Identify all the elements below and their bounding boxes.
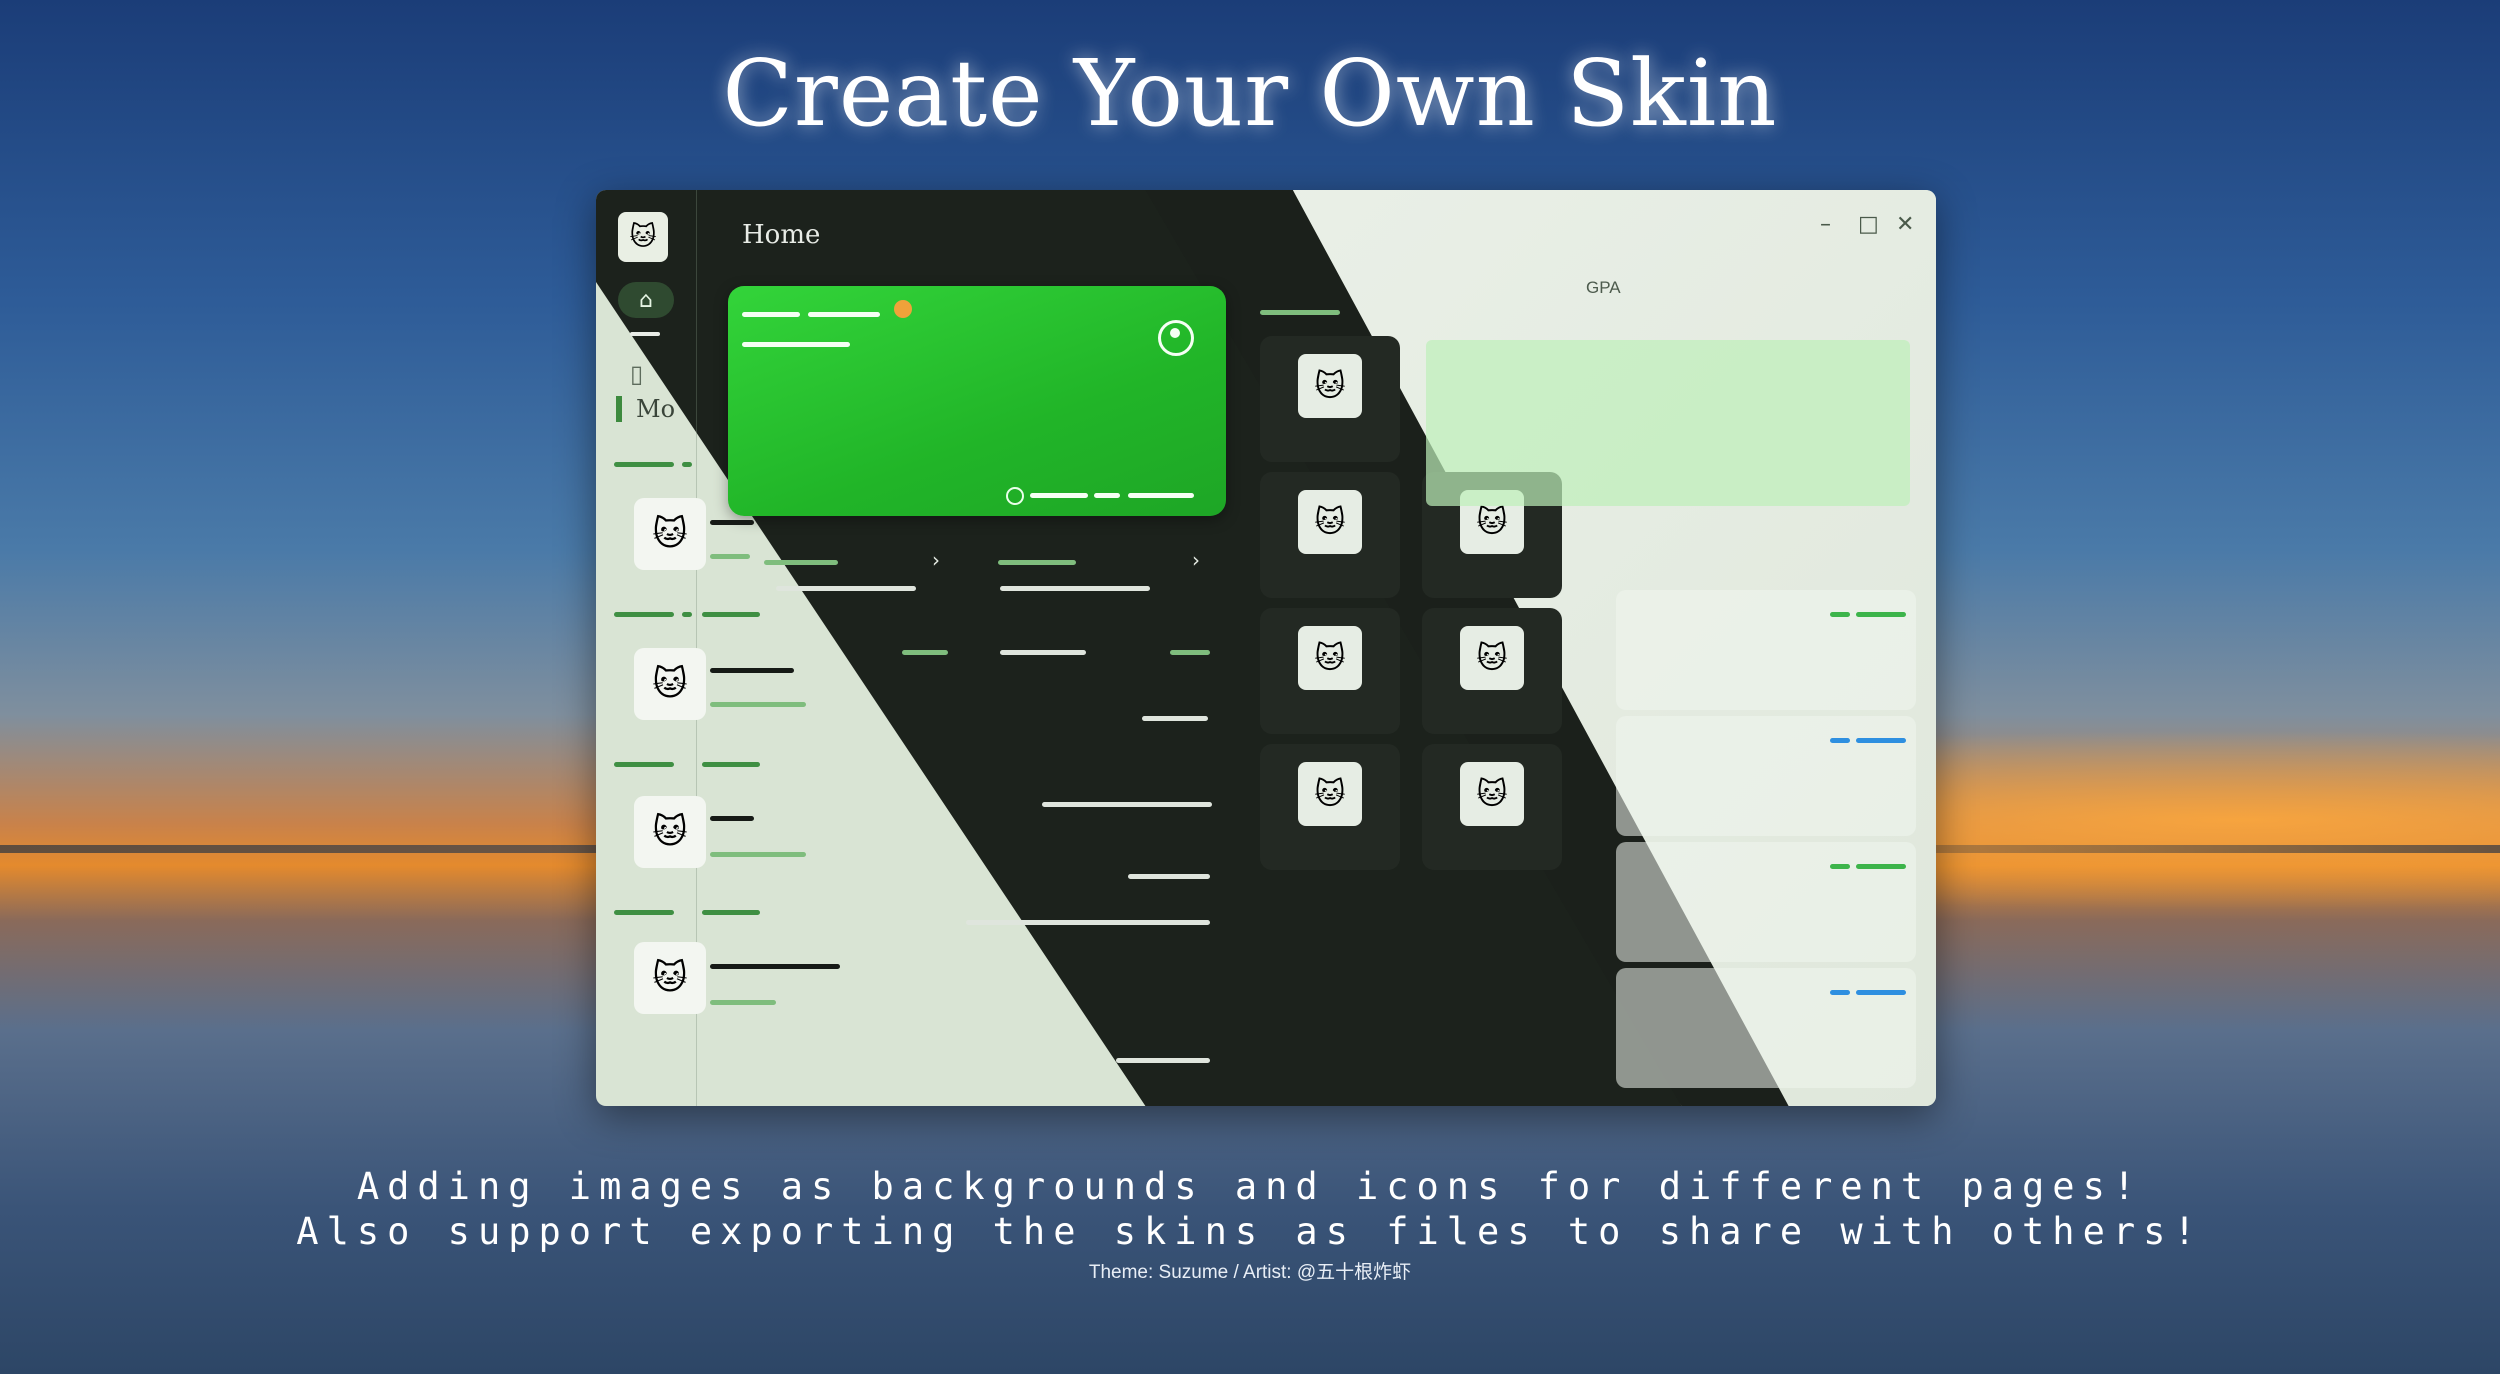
- gpa-label: GPA: [1586, 278, 1621, 297]
- list-item-thumb[interactable]: 🐱: [634, 796, 706, 868]
- section-header-bar: [614, 612, 674, 617]
- grid-tile[interactable]: 🐱: [1260, 472, 1400, 598]
- sticker-icon: 🐱: [1298, 490, 1362, 554]
- widget-header-bar: [998, 560, 1076, 565]
- list-item-subtitle: [710, 852, 806, 857]
- card-placeholder-text: [1030, 493, 1088, 498]
- tag-bar: [1830, 738, 1850, 743]
- section-header-bar: [702, 612, 760, 617]
- sidebar-item-icon[interactable]: ▯: [630, 360, 643, 388]
- section-header-bar: [682, 612, 692, 617]
- list-item-subtitle: [710, 1000, 776, 1005]
- sticker-icon: 🐱: [652, 958, 688, 998]
- card-placeholder-text: [808, 312, 880, 317]
- widget-text: [1000, 586, 1150, 591]
- clock-icon: [1006, 487, 1024, 505]
- emoji-icon: [894, 300, 912, 318]
- section-header-bar: [702, 910, 760, 915]
- tag-bar: [1856, 864, 1906, 869]
- widget-text: [1000, 650, 1086, 655]
- tag-bar: [1856, 612, 1906, 617]
- widget-text: [1042, 802, 1212, 807]
- sidebar-item-home[interactable]: ⌂: [618, 282, 674, 318]
- section-label-more: Mo: [616, 396, 675, 422]
- tag-bar: [1830, 990, 1850, 995]
- grid-tile[interactable]: 🐱: [1422, 744, 1562, 870]
- profile-card[interactable]: [728, 286, 1226, 516]
- card-placeholder-text: [742, 342, 850, 347]
- sticker-icon: 🐱: [1298, 626, 1362, 690]
- tag-bar: [1830, 864, 1850, 869]
- list-item-title: [710, 816, 754, 821]
- caption-line-1: Adding images as backgrounds and icons f…: [356, 1165, 2144, 1208]
- section-header-bar: [614, 762, 674, 767]
- list-item-subtitle: [710, 702, 806, 707]
- home-icon: ⌂: [639, 287, 653, 313]
- tag-bar: [1856, 738, 1906, 743]
- right-card[interactable]: [1616, 842, 1916, 962]
- sticker-icon: 🐱: [652, 664, 688, 704]
- card-placeholder-text: [1128, 493, 1194, 498]
- list-item-title: [710, 520, 754, 525]
- widget-text: [1128, 874, 1210, 879]
- tag-bar: [1856, 990, 1906, 995]
- widget-text: [902, 650, 948, 655]
- app-window: 🐱 ⌂ ▯ Mo Home – □ ✕ 🐱 🐱 🐱 🐱 › › 🐱 🐱 🐱 🐱 …: [596, 190, 1936, 1106]
- credit-line: Theme: Suzume / Artist: @五十根炸虾: [1088, 1262, 1412, 1283]
- grid-tile[interactable]: 🐱: [1260, 744, 1400, 870]
- card-placeholder-text: [742, 312, 800, 317]
- minimize-button[interactable]: –: [1820, 212, 1831, 237]
- section-header-bar: [682, 462, 692, 467]
- sticker-icon: 🐱: [652, 812, 688, 852]
- sticker-icon: 🐱: [629, 222, 657, 252]
- section-header-bar: [702, 762, 760, 767]
- close-button[interactable]: ✕: [1896, 212, 1914, 237]
- tag-bar: [1830, 612, 1850, 617]
- section-header-bar: [614, 462, 674, 467]
- widget-text: [776, 586, 916, 591]
- grid-tile[interactable]: 🐱: [1422, 608, 1562, 734]
- list-item-thumb[interactable]: 🐱: [634, 942, 706, 1014]
- grid-tile[interactable]: 🐱: [1260, 608, 1400, 734]
- right-card[interactable]: [1616, 968, 1916, 1088]
- sticker-icon: 🐱: [1298, 762, 1362, 826]
- chevron-right-icon[interactable]: ›: [1192, 548, 1200, 572]
- list-item-title: [710, 964, 840, 969]
- user-avatar-icon[interactable]: [1158, 320, 1194, 356]
- section-header-bar: [614, 910, 674, 915]
- sidebar-item-placeholder[interactable]: [630, 332, 660, 336]
- list-item-title: [710, 668, 794, 673]
- app-logo[interactable]: 🐱: [618, 212, 668, 262]
- widget-text: [1170, 650, 1210, 655]
- widget-text: [966, 920, 1210, 925]
- sticker-icon: 🐱: [1460, 626, 1524, 690]
- widget-text: [1116, 1058, 1210, 1063]
- list-item-thumb[interactable]: 🐱: [634, 498, 706, 570]
- caption-line-2: Also support exporting the skins as file…: [296, 1210, 2204, 1253]
- sticker-icon: 🐱: [652, 514, 688, 554]
- card-placeholder-text: [1094, 493, 1120, 498]
- widget-text: [1142, 716, 1208, 721]
- maximize-button[interactable]: □: [1858, 212, 1879, 237]
- grid-tile[interactable]: 🐱: [1260, 336, 1400, 462]
- right-card[interactable]: [1616, 590, 1916, 710]
- headline: Create Your Own Skin: [722, 40, 1778, 147]
- widget-header-bar: [764, 560, 838, 565]
- page-title: Home: [742, 220, 821, 250]
- grid-header-bar: [1260, 310, 1340, 315]
- gpa-panel[interactable]: [1426, 340, 1910, 506]
- sticker-icon: 🐱: [1298, 354, 1362, 418]
- list-item-subtitle: [710, 554, 750, 559]
- right-card[interactable]: [1616, 716, 1916, 836]
- list-item-thumb[interactable]: 🐱: [634, 648, 706, 720]
- sticker-icon: 🐱: [1460, 762, 1524, 826]
- chevron-right-icon[interactable]: ›: [932, 548, 940, 572]
